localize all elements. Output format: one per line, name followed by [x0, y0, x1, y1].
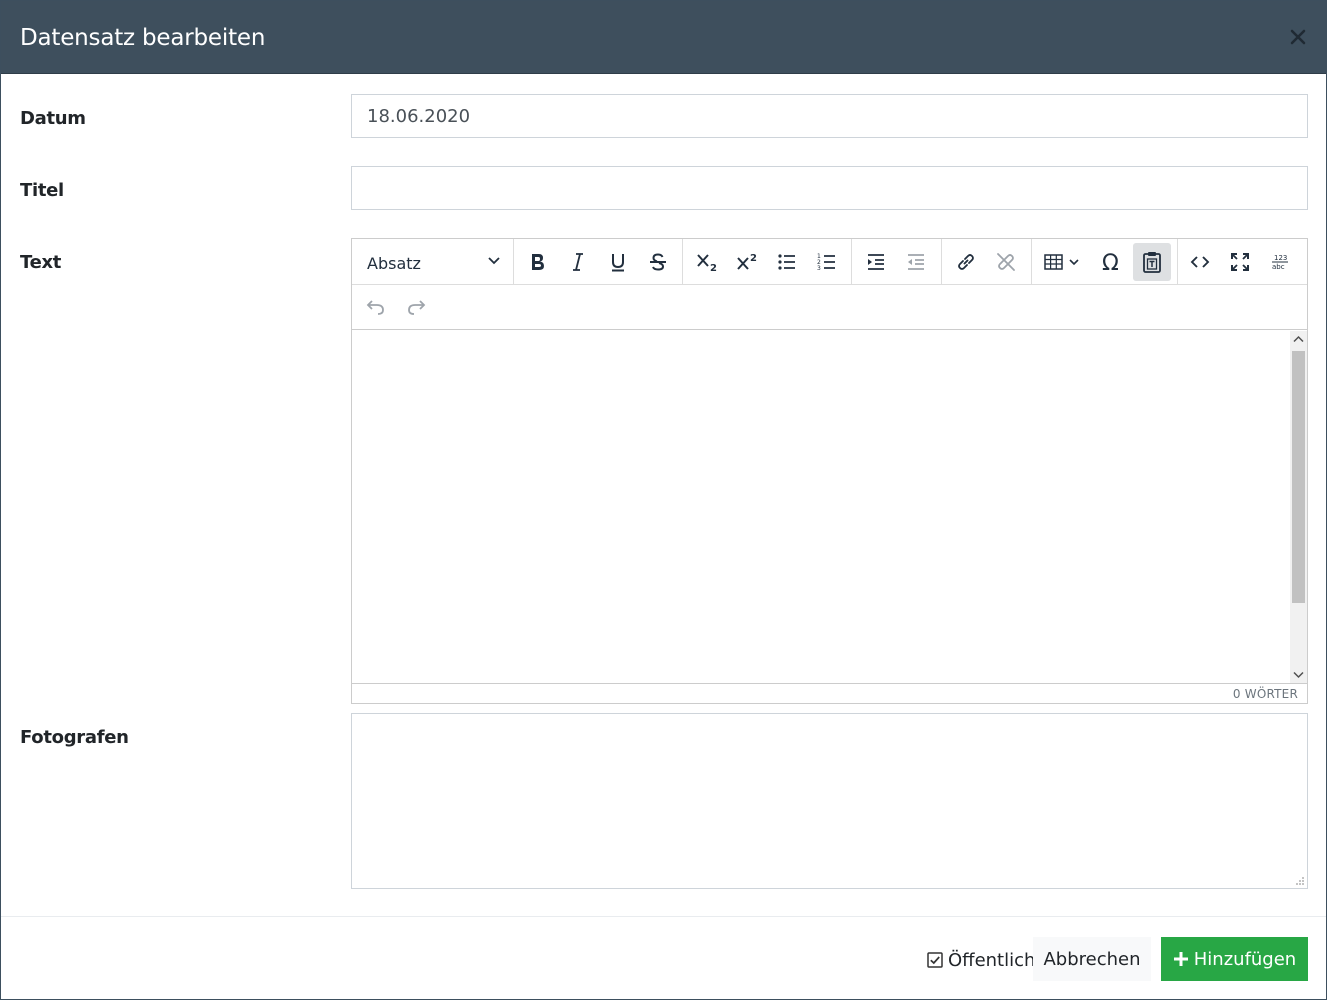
dialog-title: Datensatz bearbeiten [20, 25, 266, 51]
block-format-value: Absatz [367, 254, 421, 273]
indent-icon[interactable] [857, 243, 895, 281]
cancel-button[interactable]: Abbrechen [1033, 937, 1151, 981]
titel-label: Titel [20, 180, 64, 201]
format-group [514, 239, 683, 285]
text-label: Text [20, 252, 62, 273]
paste-as-text-icon[interactable] [1133, 243, 1171, 281]
redo-icon[interactable] [397, 288, 435, 326]
dialog-footer: Öffentlich Abbrechen Hinzufügen [1, 916, 1326, 1000]
svg-text:abc: abc [1272, 263, 1285, 271]
scroll-down-icon[interactable] [1293, 671, 1304, 679]
close-icon[interactable] [1288, 27, 1308, 47]
word-count[interactable]: 0 WÖRTER [1233, 687, 1298, 701]
link-group [942, 239, 1032, 285]
editor-toolbar: Absatz 2 2 1 2 3 Ω 123 abc [352, 239, 1307, 285]
link-icon[interactable] [947, 243, 985, 281]
svg-text:2: 2 [750, 253, 757, 264]
datum-input[interactable] [351, 94, 1308, 138]
plus-icon [1173, 952, 1188, 966]
underline-icon[interactable] [599, 243, 637, 281]
svg-text:3: 3 [817, 265, 821, 272]
numbered-list-icon[interactable]: 123 [808, 243, 846, 281]
fullscreen-icon[interactable] [1221, 243, 1259, 281]
unlink-icon[interactable] [987, 243, 1025, 281]
word-count-icon[interactable]: 123 abc [1261, 243, 1299, 281]
public-label[interactable]: Öffentlich [948, 950, 1035, 971]
block-format-select[interactable]: Absatz [352, 239, 514, 285]
bold-icon[interactable] [519, 243, 557, 281]
datum-label: Datum [20, 108, 86, 129]
superscript-icon[interactable]: 2 [728, 243, 766, 281]
list-group: 2 2 123 [683, 239, 852, 285]
source-code-icon[interactable] [1181, 243, 1219, 281]
insert-group: Ω [1032, 239, 1178, 285]
add-button[interactable]: Hinzufügen [1161, 937, 1308, 981]
svg-text:2: 2 [710, 263, 717, 273]
indent-group [852, 239, 942, 285]
editor-scrollbar[interactable] [1290, 331, 1307, 683]
chevron-down-icon [488, 257, 500, 265]
titel-input[interactable] [351, 166, 1308, 210]
undo-icon[interactable] [357, 288, 395, 326]
dialog-header: Datensatz bearbeiten [1, 1, 1326, 74]
outdent-icon[interactable] [897, 243, 935, 281]
editor-content[interactable] [352, 331, 1307, 683]
rich-text-editor: Absatz 2 2 1 2 3 Ω 123 abc 0 WÖRTER [351, 238, 1308, 704]
italic-icon[interactable] [559, 243, 597, 281]
fotografen-textarea[interactable] [351, 713, 1308, 889]
svg-text:123: 123 [1274, 254, 1287, 262]
bullet-list-icon[interactable] [768, 243, 806, 281]
public-checkbox[interactable] [927, 952, 943, 968]
fotografen-label: Fotografen [20, 727, 129, 748]
subscript-icon[interactable]: 2 [688, 243, 726, 281]
tools-group: 123 abc [1178, 239, 1307, 285]
svg-text:Ω: Ω [1102, 251, 1119, 273]
special-character-icon[interactable]: Ω [1093, 243, 1131, 281]
editor-toolbar-history [352, 285, 1307, 330]
scroll-up-icon[interactable] [1293, 335, 1304, 343]
edit-record-dialog: Datensatz bearbeiten Datum Titel Text Ab… [0, 0, 1327, 1000]
add-button-label: Hinzufügen [1193, 948, 1297, 970]
scrollbar-thumb[interactable] [1292, 351, 1305, 603]
table-icon[interactable] [1037, 243, 1089, 281]
strikethrough-icon[interactable] [639, 243, 677, 281]
resize-grip-icon[interactable] [1295, 876, 1305, 886]
editor-statusbar: 0 WÖRTER [352, 683, 1307, 703]
